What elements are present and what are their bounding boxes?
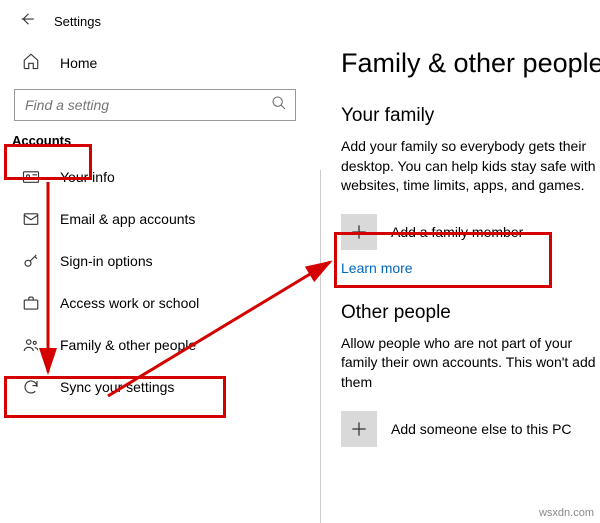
family-heading: Your family bbox=[341, 105, 600, 127]
search-box[interactable] bbox=[14, 89, 296, 121]
sidebar-item-label: Access work or school bbox=[60, 295, 199, 311]
family-description: Add your family so everybody gets their … bbox=[341, 137, 600, 196]
sidebar-item-label: Sign-in options bbox=[60, 253, 153, 269]
sync-icon bbox=[22, 378, 40, 396]
section-accounts: Accounts bbox=[0, 121, 83, 156]
plus-icon bbox=[341, 411, 377, 447]
sidebar-item-sync-settings[interactable]: Sync your settings bbox=[0, 366, 310, 408]
search-icon bbox=[271, 95, 287, 116]
mail-icon bbox=[22, 210, 40, 228]
add-family-member-button[interactable]: Add a family member bbox=[341, 210, 600, 254]
back-icon[interactable] bbox=[18, 10, 36, 33]
sidebar-item-email-accounts[interactable]: Email & app accounts bbox=[0, 198, 310, 240]
id-card-icon bbox=[22, 168, 40, 186]
briefcase-icon bbox=[22, 294, 40, 312]
other-people-description: Allow people who are not part of your fa… bbox=[341, 334, 600, 393]
add-other-label: Add someone else to this PC bbox=[391, 421, 572, 437]
people-icon bbox=[22, 336, 40, 354]
plus-icon bbox=[341, 214, 377, 250]
sidebar-item-label: Email & app accounts bbox=[60, 211, 195, 227]
sidebar-home-label: Home bbox=[60, 55, 97, 71]
window-title: Settings bbox=[54, 14, 101, 29]
learn-more-link[interactable]: Learn more bbox=[341, 260, 413, 276]
add-other-person-button[interactable]: Add someone else to this PC bbox=[341, 407, 600, 451]
sidebar-item-label: Your info bbox=[60, 169, 115, 185]
sidebar: Home Accounts Your info Email & app acco… bbox=[0, 38, 310, 408]
home-icon bbox=[22, 52, 40, 73]
search-input[interactable] bbox=[23, 96, 271, 114]
key-icon bbox=[22, 252, 40, 270]
sidebar-item-access-work-school[interactable]: Access work or school bbox=[0, 282, 310, 324]
watermark: wsxdn.com bbox=[539, 507, 594, 519]
page-title: Family & other people bbox=[341, 48, 600, 79]
sidebar-home[interactable]: Home bbox=[0, 38, 310, 89]
main-panel: Family & other people Your family Add yo… bbox=[335, 38, 600, 451]
sidebar-item-signin-options[interactable]: Sign-in options bbox=[0, 240, 310, 282]
sidebar-item-family-other[interactable]: Family & other people bbox=[0, 324, 310, 366]
other-people-heading: Other people bbox=[341, 302, 600, 324]
sidebar-item-your-info[interactable]: Your info bbox=[0, 156, 310, 198]
vertical-divider bbox=[320, 170, 321, 523]
sidebar-item-label: Sync your settings bbox=[60, 379, 174, 395]
add-family-label: Add a family member bbox=[391, 224, 523, 240]
sidebar-item-label: Family & other people bbox=[60, 337, 196, 353]
